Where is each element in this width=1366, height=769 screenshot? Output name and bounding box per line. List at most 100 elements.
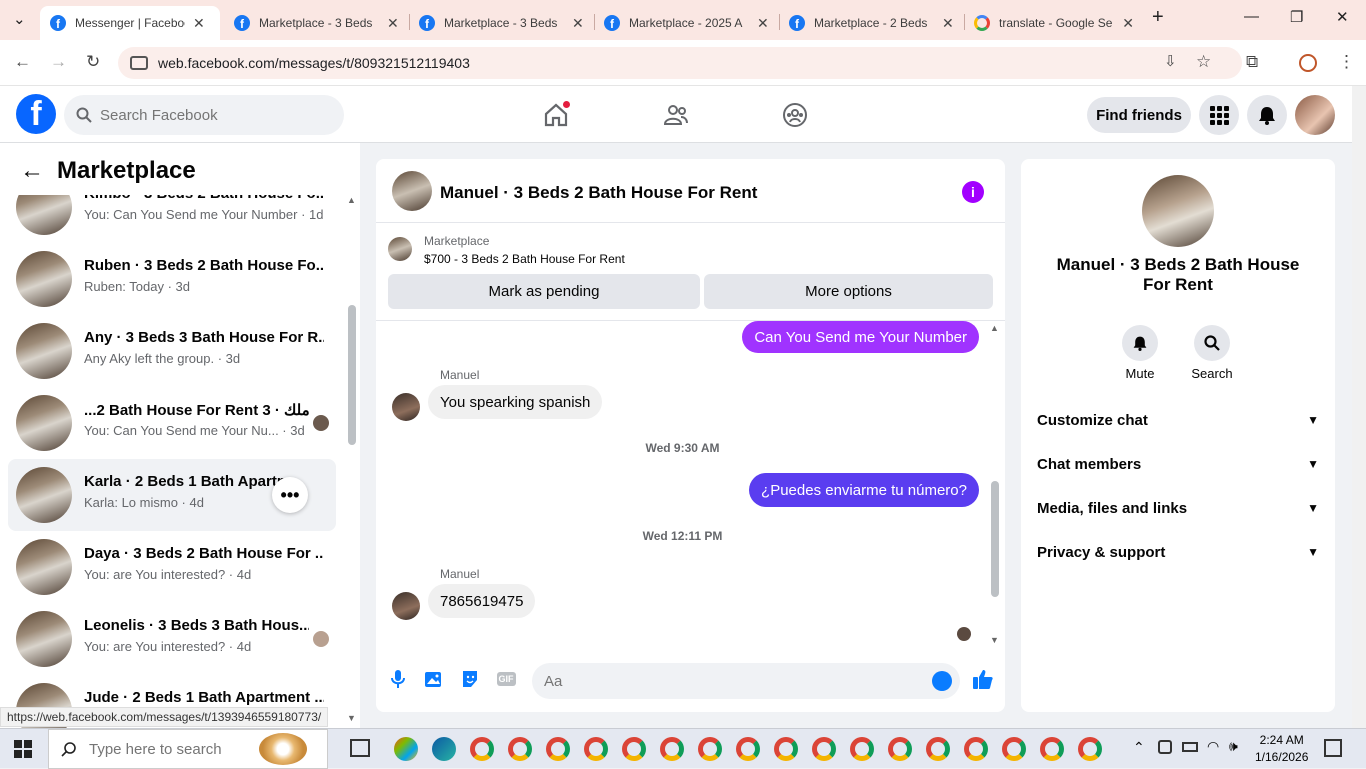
privacy-support-row[interactable]: Privacy & support ▼ <box>1037 538 1319 566</box>
conversation-item[interactable]: ...2 Bath House For Rent 3 · ملك You: Ca… <box>8 387 336 459</box>
notifications-bell-icon[interactable] <box>1247 95 1287 135</box>
media-files-links-row[interactable]: Media, files and links ▼ <box>1037 494 1319 522</box>
customize-chat-row[interactable]: Customize chat ▼ <box>1037 406 1319 434</box>
close-tab-icon[interactable]: ✕ <box>757 15 769 32</box>
battery-icon[interactable] <box>1182 742 1198 752</box>
chrome-icon[interactable] <box>926 737 950 761</box>
edge-icon[interactable] <box>432 737 456 761</box>
chrome-icon[interactable] <box>888 737 912 761</box>
browser-tab-marketplace-2[interactable]: f Marketplace - 3 Beds ✕ <box>409 6 594 40</box>
chrome-icon[interactable] <box>698 737 722 761</box>
sender-avatar[interactable] <box>392 393 420 421</box>
chrome-icon[interactable] <box>812 737 836 761</box>
chat-info-avatar[interactable] <box>1142 175 1214 247</box>
scroll-down-arrow-icon[interactable]: ▼ <box>347 713 356 723</box>
find-friends-button[interactable]: Find friends <box>1087 97 1191 133</box>
back-icon[interactable]: ← <box>14 52 31 72</box>
chrome-icon[interactable] <box>584 737 608 761</box>
sticker-icon[interactable] <box>459 668 481 690</box>
close-tab-icon[interactable]: ✕ <box>193 15 205 32</box>
microphone-icon[interactable] <box>387 668 409 690</box>
sender-avatar[interactable] <box>392 592 420 620</box>
close-tab-icon[interactable]: ✕ <box>572 15 584 32</box>
message-input-box[interactable] <box>532 663 960 699</box>
gif-icon[interactable]: GIF <box>495 668 517 690</box>
mark-as-pending-button[interactable]: Mark as pending <box>388 274 700 309</box>
notifications-center-icon[interactable] <box>1324 739 1342 757</box>
outgoing-message[interactable]: ¿Puedes enviarme tu número? <box>749 473 979 507</box>
install-app-icon[interactable]: ⇩ <box>1164 52 1177 70</box>
chrome-icon[interactable] <box>964 737 988 761</box>
outgoing-message[interactable]: Can You Send me Your Number <box>742 321 979 353</box>
browser-tab-marketplace-3[interactable]: f Marketplace - 2025 A ✕ <box>594 6 779 40</box>
taskbar-search[interactable] <box>48 729 328 769</box>
list-scrollbar[interactable] <box>348 305 356 445</box>
close-tab-icon[interactable]: ✕ <box>387 15 399 32</box>
emoji-icon[interactable] <box>932 671 952 691</box>
wifi-icon[interactable]: ◠ <box>1207 738 1219 755</box>
browser-tab-marketplace-1[interactable]: f Marketplace - 3 Beds ✕ <box>224 6 409 40</box>
chrome-icon[interactable] <box>774 737 798 761</box>
restore-icon[interactable]: ❐ <box>1290 8 1303 26</box>
profile-icon[interactable] <box>1299 54 1317 72</box>
chrome-icon[interactable] <box>1002 737 1026 761</box>
home-icon[interactable] <box>541 100 571 130</box>
conversation-item[interactable]: Ruben · 3 Beds 2 Bath House Fo... Ruben:… <box>8 243 336 315</box>
minimize-icon[interactable]: — <box>1244 8 1259 25</box>
back-arrow-icon[interactable]: ← <box>20 157 44 185</box>
site-info-icon[interactable] <box>130 56 148 70</box>
copilot-icon[interactable] <box>394 737 418 761</box>
facebook-search[interactable] <box>64 95 344 135</box>
omnibox[interactable]: web.facebook.com/messages/t/809321512119… <box>118 47 1242 79</box>
chrome-icon[interactable] <box>546 737 570 761</box>
page-scrollbar[interactable] <box>1352 86 1366 728</box>
photo-icon[interactable] <box>423 668 445 690</box>
listing-price-title[interactable]: $700 - 3 Beds 2 Bath House For Rent <box>424 252 625 266</box>
search-input[interactable] <box>100 106 320 124</box>
like-thumbs-up-icon[interactable] <box>972 668 994 690</box>
chat-title[interactable]: Manuel · 3 Beds 2 Bath House For Rent <box>440 183 757 203</box>
conversation-more-button[interactable]: ••• <box>272 477 308 513</box>
extensions-icon[interactable]: ⧉ <box>1246 52 1258 72</box>
tab-search-chevron-icon[interactable]: ⌄ <box>13 10 26 28</box>
windows-start-icon[interactable] <box>14 740 32 763</box>
forward-icon[interactable]: → <box>50 52 67 72</box>
browser-tab-messenger[interactable]: f Messenger | Facebook ✕ <box>40 6 220 40</box>
chat-avatar[interactable] <box>392 171 432 211</box>
chrome-icon[interactable] <box>1078 737 1102 761</box>
conversation-item[interactable]: Any · 3 Beds 3 Bath House For R... Any A… <box>8 315 336 387</box>
search-action[interactable]: Search <box>1182 325 1242 381</box>
chrome-icon[interactable] <box>508 737 532 761</box>
chrome-icon[interactable] <box>622 737 646 761</box>
reload-icon[interactable]: ↻ <box>86 52 100 72</box>
chrome-icon[interactable] <box>850 737 874 761</box>
bookmark-star-icon[interactable]: ☆ <box>1196 52 1211 72</box>
taskbar-search-input[interactable] <box>89 740 259 758</box>
close-tab-icon[interactable]: ✕ <box>942 15 954 32</box>
chrome-icon[interactable] <box>736 737 760 761</box>
volume-icon[interactable]: 🕪 <box>1229 738 1238 755</box>
more-options-button[interactable]: More options <box>704 274 993 309</box>
menu-grid-icon[interactable] <box>1199 95 1239 135</box>
conversation-item[interactable]: Leonelis · 3 Beds 3 Bath Hous... You: ar… <box>8 603 336 675</box>
tray-chevron-up-icon[interactable]: ⌃ <box>1133 739 1145 756</box>
scroll-up-arrow-icon[interactable]: ▲ <box>990 323 999 333</box>
chrome-icon[interactable] <box>1040 737 1064 761</box>
task-view-icon[interactable] <box>350 739 370 757</box>
mute-action[interactable]: Mute <box>1110 325 1170 381</box>
info-icon[interactable]: i <box>962 181 984 203</box>
chrome-icon[interactable] <box>660 737 684 761</box>
close-tab-icon[interactable]: ✕ <box>1122 15 1134 32</box>
new-tab-icon[interactable]: + <box>1152 6 1164 29</box>
facebook-logo-icon[interactable]: f <box>16 94 56 134</box>
conversation-item-selected[interactable]: Karla · 2 Beds 1 Bath Apartm... Karla: L… <box>8 459 336 531</box>
friends-icon[interactable] <box>661 100 691 130</box>
message-input[interactable] <box>544 672 924 690</box>
chat-members-row[interactable]: Chat members ▼ <box>1037 450 1319 478</box>
account-avatar[interactable] <box>1295 95 1335 135</box>
chrome-icon[interactable] <box>470 737 494 761</box>
browser-tab-marketplace-4[interactable]: f Marketplace - 2 Beds ✕ <box>779 6 964 40</box>
scroll-up-arrow-icon[interactable]: ▲ <box>347 195 356 205</box>
close-window-icon[interactable]: ✕ <box>1336 8 1349 26</box>
meet-now-icon[interactable] <box>1158 740 1172 754</box>
